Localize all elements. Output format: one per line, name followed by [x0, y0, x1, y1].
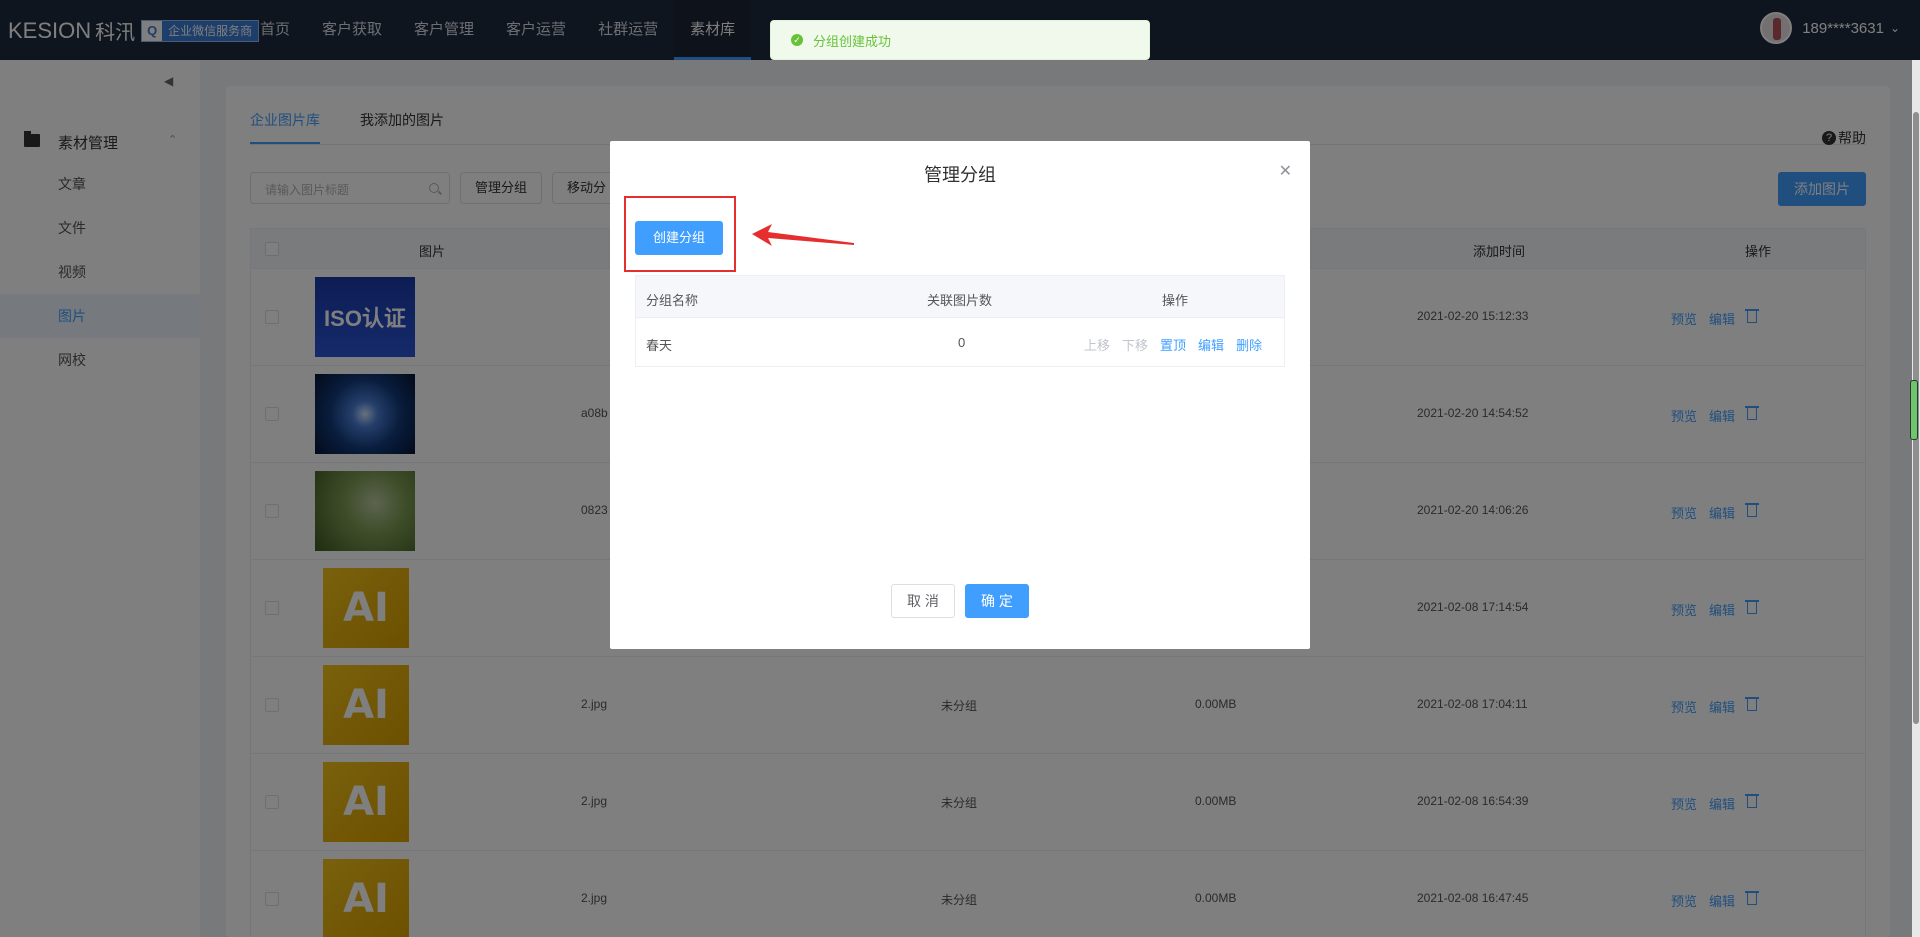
create-group-button[interactable]: 创建分组: [635, 221, 723, 255]
column-header-group-name: 分组名称: [646, 293, 699, 308]
column-header-image-count: 关联图片数: [927, 293, 993, 308]
move-down-button[interactable]: 下移: [1122, 335, 1148, 354]
delete-group-button[interactable]: 删除: [1236, 335, 1262, 354]
dialog-footer: 取 消 确 定: [610, 584, 1310, 618]
close-icon[interactable]: ✕: [1279, 161, 1292, 181]
dialog-title: 管理分组: [924, 165, 996, 185]
cancel-button[interactable]: 取 消: [891, 584, 955, 618]
table-row: 春天 0 上移 下移 置顶 编辑 删除: [636, 318, 1284, 366]
group-table-header: 分组名称 关联图片数 操作: [636, 276, 1284, 318]
manage-group-dialog: 管理分组 ✕ 创建分组 分组名称 关联图片数 操作 春天 0 上移 下移 置顶 …: [610, 141, 1310, 649]
page-scrollbar[interactable]: [1912, 60, 1920, 937]
success-toast: ✓ 分组创建成功: [770, 20, 1150, 60]
group-name: 春天: [646, 338, 673, 353]
group-image-count: 0: [958, 335, 966, 350]
annotation-arrow-icon: [752, 224, 854, 246]
confirm-button[interactable]: 确 定: [965, 584, 1029, 618]
check-circle-icon: ✓: [791, 34, 803, 46]
group-table: 分组名称 关联图片数 操作 春天 0 上移 下移 置顶 编辑 删除: [635, 275, 1285, 367]
toast-message: 分组创建成功: [813, 33, 892, 49]
group-row-actions: 上移 下移 置顶 编辑 删除: [1084, 335, 1274, 354]
column-header-group-ops: 操作: [1162, 293, 1189, 308]
move-up-button[interactable]: 上移: [1084, 335, 1110, 354]
edit-group-button[interactable]: 编辑: [1198, 335, 1224, 354]
scroll-grip-icon[interactable]: [1910, 380, 1918, 440]
pin-top-button[interactable]: 置顶: [1160, 335, 1186, 354]
